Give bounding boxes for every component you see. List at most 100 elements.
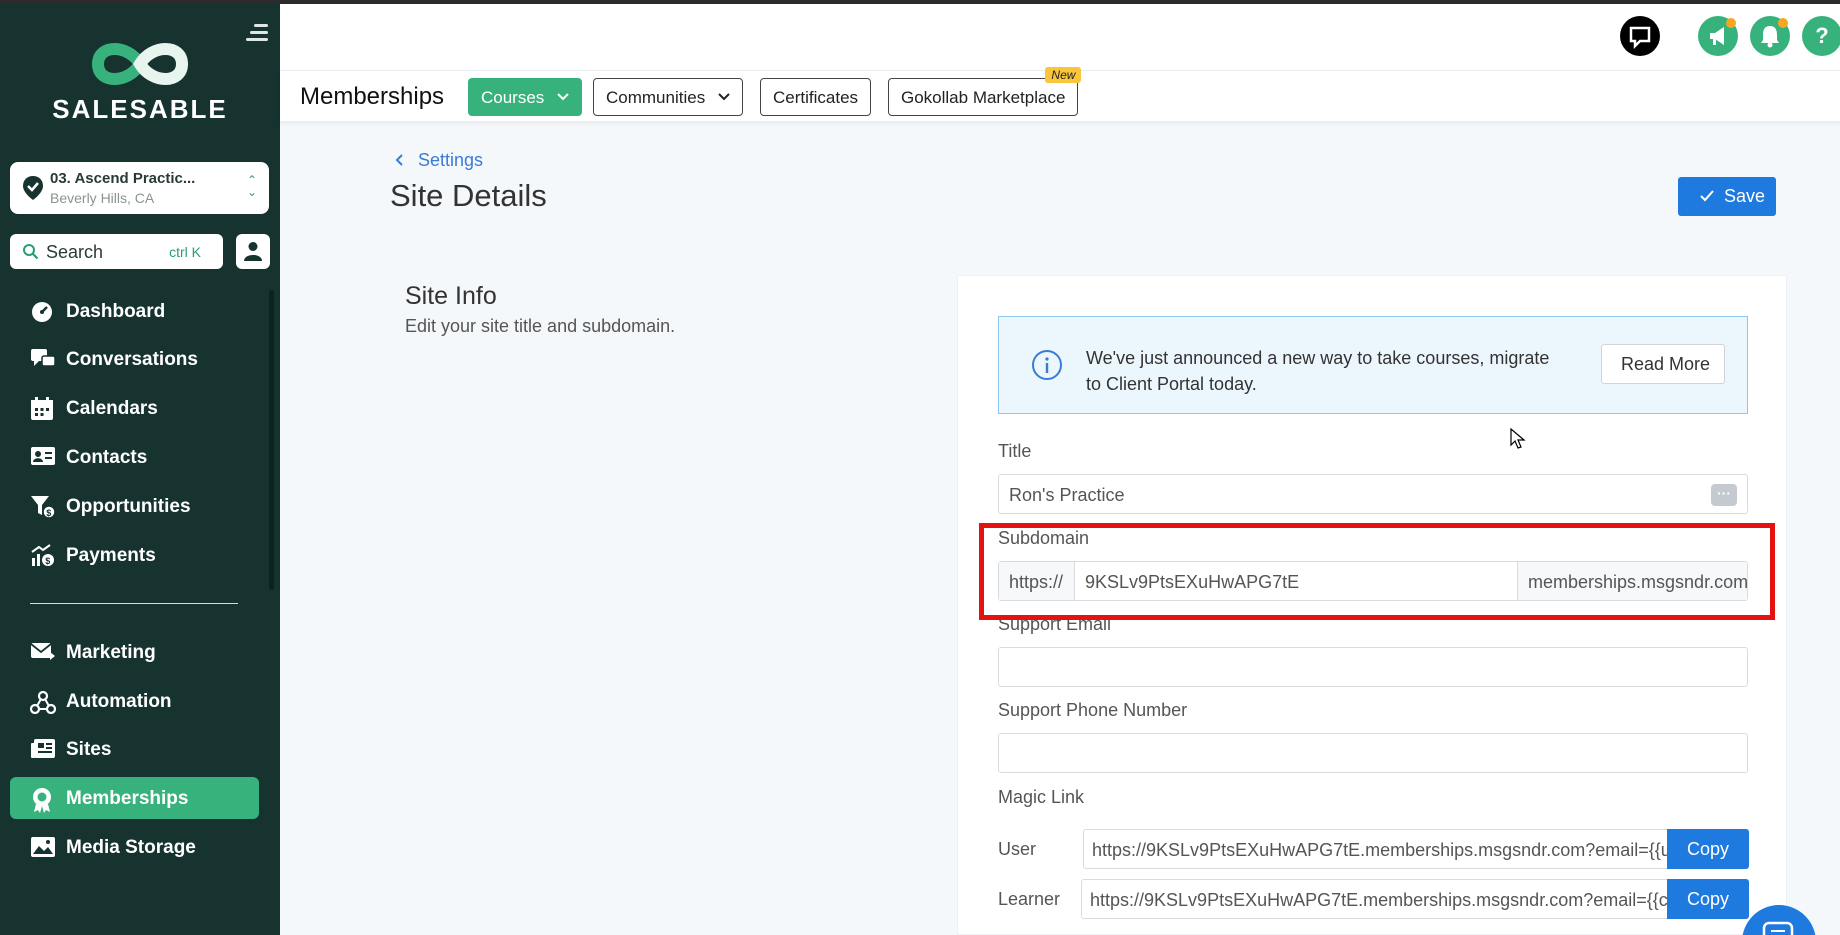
support-phone-label: Support Phone Number <box>998 700 1188 720</box>
contacts-icon <box>31 447 55 465</box>
location-switcher[interactable]: 03. Ascend Practic... Beverly Hills, CA … <box>10 162 269 214</box>
sidebar-item-opportunities[interactable]: $ Opportunities <box>10 485 259 527</box>
location-name: 03. Ascend Practic... <box>50 170 196 187</box>
sidebar-item-label: Sites <box>66 739 112 760</box>
magic-link-label: Magic Link <box>998 787 1085 807</box>
calendar-icon <box>31 397 53 420</box>
sidebar-item-label: Conversations <box>66 349 198 370</box>
section-title: Site Info <box>405 282 497 310</box>
chat-widget-button[interactable] <box>1620 16 1660 56</box>
top-header: ? <box>280 4 1840 70</box>
sidebar-item-memberships[interactable]: Memberships <box>10 777 259 819</box>
check-icon <box>1700 190 1714 202</box>
notification-dot <box>1778 18 1788 28</box>
sites-icon <box>31 739 55 758</box>
support-phone-input[interactable] <box>998 733 1748 773</box>
save-label: Save <box>1724 186 1766 206</box>
alert-message: We've just announced a new way to take c… <box>1086 348 1550 394</box>
notification-dot <box>1726 18 1736 28</box>
search-label: Search <box>46 242 104 262</box>
conversations-icon <box>31 349 56 367</box>
search-icon <box>23 244 39 260</box>
tab-label: Communities <box>606 88 706 107</box>
svg-text:$: $ <box>46 508 51 518</box>
tab-certificates[interactable]: Certificates <box>760 78 872 116</box>
sidebar-item-sites[interactable]: Sites <box>10 728 259 770</box>
search-shortcut: ctrl K <box>169 244 201 260</box>
sidebar-item-label: Opportunities <box>66 496 191 517</box>
help-button[interactable]: ? <box>1802 16 1840 56</box>
chevron-updown-icon: ⌃ ⌄ <box>246 173 257 199</box>
tab-communities[interactable]: Communities <box>593 78 743 116</box>
sidebar-item-label: Marketing <box>66 642 156 663</box>
announcements-button[interactable] <box>1698 16 1738 56</box>
user-icon <box>244 242 262 261</box>
tab-courses[interactable]: Courses <box>468 78 583 116</box>
learner-link-label: Learner <box>998 889 1061 909</box>
payments-icon: $ <box>31 544 54 566</box>
save-button[interactable]: Save <box>1678 177 1776 216</box>
search-button[interactable]: Search ctrl K <box>10 234 223 269</box>
brand-name: SALESABLE <box>52 94 228 124</box>
sidebar-item-label: Payments <box>66 545 156 566</box>
sidebar-item-label: Contacts <box>66 447 148 468</box>
automation-icon <box>30 690 56 714</box>
learner-magic-link-input[interactable]: https://9KSLv9PtsEXuHwAPG7tE.memberships… <box>1081 879 1669 919</box>
user-magic-link-input[interactable]: https://9KSLv9PtsEXuHwAPG7tE.memberships… <box>1083 829 1669 869</box>
location-city: Beverly Hills, CA <box>50 190 155 206</box>
page-title: Site Details <box>390 178 547 213</box>
brand-logo: SALESABLE <box>50 38 230 125</box>
user-avatar-button[interactable] <box>236 234 270 269</box>
copy-learner-link-button[interactable]: Copy <box>1667 879 1749 919</box>
sidebar-item-label: Memberships <box>66 788 189 809</box>
chevron-left-icon <box>395 154 403 166</box>
notifications-button[interactable] <box>1750 16 1790 56</box>
subdomain-highlight-box <box>979 523 1775 620</box>
sidebar-item-label: Automation <box>66 691 172 712</box>
title-input[interactable]: Ron's Practice ··· <box>998 474 1748 514</box>
tab-gokollab-marketplace[interactable]: Gokollab Marketplace New <box>888 67 1082 116</box>
chevron-down-icon <box>718 93 730 101</box>
back-link-label: Settings <box>418 150 484 170</box>
window-top-border <box>0 0 1840 4</box>
section-description: Edit your site title and subdomain. <box>405 316 676 336</box>
opportunities-icon: $ <box>31 496 56 519</box>
tab-label: Courses <box>481 88 545 107</box>
sidebar-item-conversations[interactable]: Conversations <box>10 338 259 380</box>
sidebar-item-marketing[interactable]: Marketing <box>10 631 259 673</box>
sidebar-divider <box>30 603 238 604</box>
mouse-cursor-icon <box>1510 428 1526 449</box>
marketing-icon <box>30 643 55 660</box>
sidebar-item-payments[interactable]: $ Payments <box>10 534 259 576</box>
sidebar-item-dashboard[interactable]: Dashboard <box>10 290 259 332</box>
support-email-input[interactable] <box>998 647 1748 687</box>
info-icon <box>1032 350 1062 380</box>
sidebar-item-label: Media Storage <box>66 837 196 858</box>
sidebar-scrollbar[interactable] <box>269 290 274 590</box>
user-link-label: User <box>998 839 1037 859</box>
sidebar-item-label: Calendars <box>66 398 158 419</box>
read-more-button[interactable]: Read More <box>1601 344 1725 384</box>
sidebar-item-label: Dashboard <box>66 301 166 322</box>
memberships-tab-bar: Memberships Courses Communities Certific… <box>280 67 1840 122</box>
memberships-icon <box>33 788 51 813</box>
infinity-logo-icon <box>91 43 189 85</box>
sidebar-item-contacts[interactable]: Contacts <box>10 436 259 478</box>
more-options-icon[interactable]: ··· <box>1711 484 1737 506</box>
support-chat-button[interactable] <box>1742 905 1816 935</box>
menu-toggle-icon[interactable] <box>246 24 268 45</box>
tab-label: Certificates <box>773 88 859 107</box>
new-badge: New <box>1045 67 1082 83</box>
copy-user-link-button[interactable]: Copy <box>1667 829 1749 869</box>
sidebar-item-automation[interactable]: Automation <box>10 680 259 722</box>
sidebar-item-media-storage[interactable]: Media Storage <box>10 826 259 868</box>
media-icon <box>31 837 55 857</box>
sidebar-item-calendars[interactable]: Calendars <box>10 387 259 429</box>
tab-label: Gokollab Marketplace <box>901 88 1066 107</box>
chat-icon <box>1762 921 1794 935</box>
chat-bubble-icon <box>1629 26 1651 50</box>
back-to-settings-link[interactable]: Settings <box>395 150 483 171</box>
chevron-down-icon <box>557 93 569 101</box>
title-value: Ron's Practice <box>1009 485 1125 505</box>
svg-text:$: $ <box>45 556 50 566</box>
